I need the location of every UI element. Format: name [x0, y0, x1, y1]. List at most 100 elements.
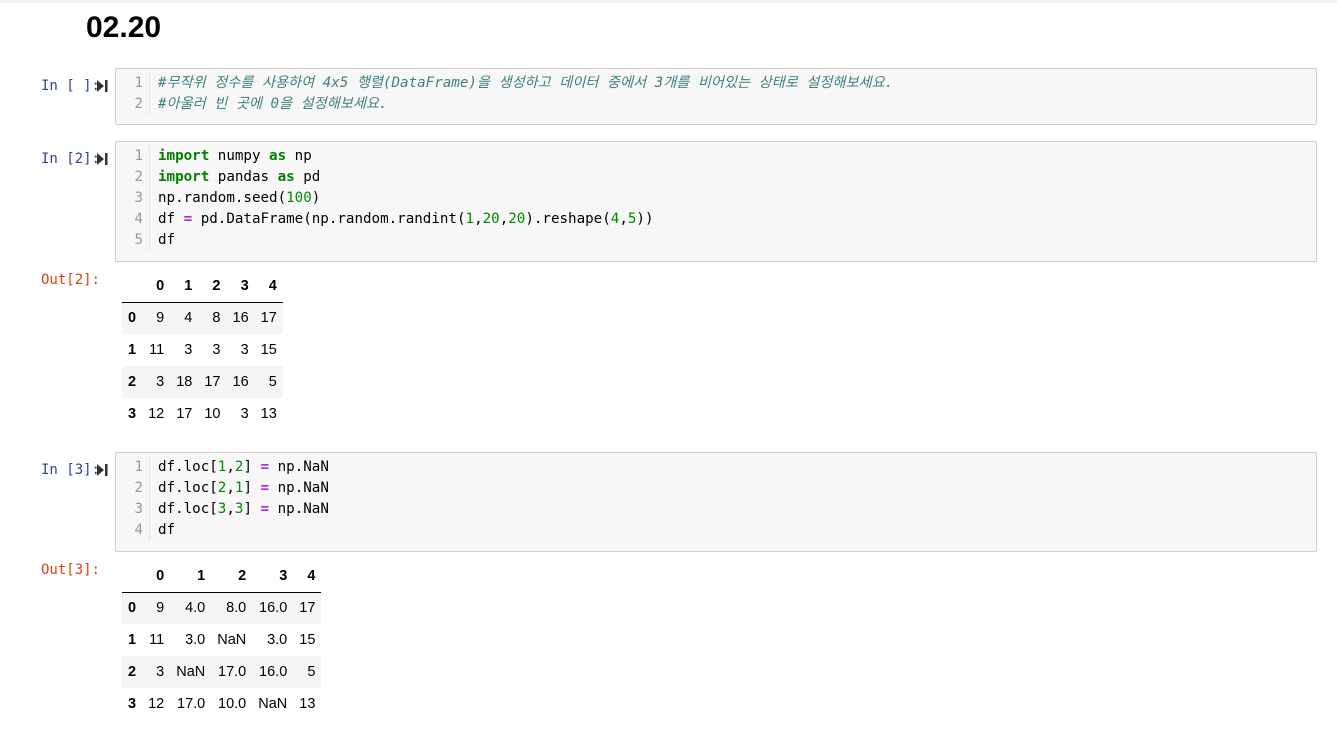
run-cell-icon[interactable]	[95, 79, 109, 93]
highlighted-code: import pandas as pd	[158, 169, 321, 185]
code-line: 2 df.loc[2,1] = np.NaN	[116, 478, 1316, 499]
table-row: 0 9 4.0 8.0 16.0 17	[122, 592, 322, 624]
code-comment: #무작위 정수를 사용하여 4x5 행렬(DataFrame)을 생성하고 데이…	[158, 75, 894, 91]
table-cell: 16	[232, 310, 249, 327]
table-cell: 12	[148, 696, 165, 712]
code-comment: #아울러 빈 곳에 0을 설정해보세요.	[158, 96, 388, 112]
table-cell: 4	[184, 310, 193, 327]
table-cell: 3	[212, 342, 221, 358]
highlighted-code: df = pd.DataFrame(np.random.randint(1,20…	[158, 211, 654, 227]
code-line: 2 import pandas as pd	[116, 167, 1316, 188]
top-border	[0, 0, 1337, 3]
table-cell: 12	[148, 406, 165, 422]
table-cell: 11	[149, 632, 165, 648]
cell-1-code-editor[interactable]: 1 #무작위 정수를 사용하여 4x5 행렬(DataFrame)을 생성하고 …	[115, 68, 1317, 125]
highlighted-code: df	[158, 232, 176, 248]
code-line: 1 import numpy as np	[116, 146, 1316, 167]
table-row: 3 12 17.0 10.0 NaN 13	[122, 688, 321, 720]
row-index: 0	[128, 310, 137, 327]
cell-3-input-prompt: In [3]:	[40, 462, 100, 478]
table-cell: 15	[260, 342, 277, 358]
table-cell: 3	[240, 406, 249, 422]
table-cell: 17	[299, 600, 316, 617]
page-title: 02.20	[86, 11, 162, 44]
row-index: 3	[128, 406, 137, 422]
code-line: 3 df.loc[3,3] = np.NaN	[116, 499, 1316, 520]
table-cell: 8	[212, 310, 221, 327]
table-row: 2 3 NaN 17.0 16.0 5	[122, 656, 322, 688]
column-header: 3	[226, 270, 255, 303]
cell-2-code-editor[interactable]: 1 import numpy as np 2 import pandas as pd…	[115, 141, 1317, 262]
dataframe-output-table: 0 1 2 3 4 0 9 4 8 16 17 1 11 3 3 3 15 2 3 18 17 16 5 3 12 17 10 3 13	[122, 270, 283, 430]
row-index: 2	[128, 664, 137, 680]
table-cell: 17.0	[177, 696, 206, 712]
table-row: 3 12 17 10 3 13	[122, 398, 283, 430]
code-line: 5 df	[116, 230, 1316, 251]
table-corner	[122, 270, 143, 303]
table-cell: NaN	[217, 632, 247, 648]
dataframe-output-table: 0 1 2 3 4 0 9 4.0 8.0 16.0 17 1 11 3.0 NaN 3.0 15 2 3 NaN 17…	[122, 560, 322, 720]
table-cell: 10	[204, 406, 221, 422]
table-row: 2 3 18 17 16 5	[122, 366, 283, 398]
row-index: 3	[128, 696, 137, 712]
highlighted-code: np.random.seed(100)	[158, 190, 321, 206]
column-header: 0	[142, 270, 171, 303]
table-cell: 13	[260, 406, 277, 422]
highlighted-code: df.loc[1,2] = np.NaN	[158, 459, 329, 475]
table-cell: 9	[156, 310, 165, 327]
code-line: 1 df.loc[1,2] = np.NaN	[116, 457, 1316, 478]
cell-2-input-prompt: In [2]:	[40, 151, 100, 167]
column-header: 4	[254, 270, 283, 303]
table-cell: 4.0	[185, 600, 206, 617]
table-cell: 5	[307, 664, 316, 680]
table-cell: 5	[268, 374, 277, 390]
table-cell: 3	[156, 664, 165, 680]
table-cell: NaN	[258, 696, 288, 712]
cell-1-input-prompt: In [ ]:	[40, 78, 100, 94]
run-cell-icon[interactable]	[95, 463, 109, 477]
row-index: 1	[128, 342, 137, 358]
table-cell: 16.0	[259, 600, 288, 617]
table-cell: 11	[149, 342, 165, 358]
run-cell-icon[interactable]	[95, 152, 109, 166]
table-row: 1 11 3 3 3 15	[122, 334, 283, 366]
highlighted-code: df.loc[2,1] = np.NaN	[158, 480, 329, 496]
table-cell: 13	[299, 696, 316, 712]
row-index: 2	[128, 374, 137, 390]
table-cell: 18	[176, 374, 193, 390]
code-line: 4 df	[116, 520, 1316, 541]
code-line: 2 #아울러 빈 곳에 0을 설정해보세요.	[116, 94, 1316, 115]
column-header: 3	[252, 560, 294, 593]
table-cell: 3	[240, 342, 249, 358]
code-line: 4 df = pd.DataFrame(np.random.randint(1,2…	[116, 209, 1316, 230]
column-header: 2	[198, 270, 227, 303]
table-cell: 17	[176, 406, 193, 422]
column-header: 1	[170, 560, 212, 593]
table-cell: 3.0	[185, 632, 206, 648]
table-cell: 8.0	[226, 600, 247, 617]
table-cell: 3.0	[267, 632, 288, 648]
table-cell: 16	[232, 374, 249, 390]
table-cell: 17.0	[218, 664, 247, 680]
table-cell: 17	[260, 310, 277, 327]
code-line: 3 np.random.seed(100)	[116, 188, 1316, 209]
highlighted-code: df.loc[3,3] = np.NaN	[158, 501, 329, 517]
column-header: 2	[211, 560, 253, 593]
table-cell: 3	[156, 374, 165, 390]
table-cell: 15	[299, 632, 316, 648]
cell-2-output-prompt: Out[2]:	[40, 272, 100, 288]
highlighted-code: df	[158, 522, 176, 538]
cell-3-code-editor[interactable]: 1 df.loc[1,2] = np.NaN 2 df.loc[2,1] = np.…	[115, 452, 1317, 552]
table-corner	[122, 560, 143, 593]
table-cell: NaN	[176, 664, 206, 680]
cell-3-output-prompt: Out[3]:	[40, 562, 100, 578]
table-cell: 9	[156, 600, 165, 617]
column-header: 4	[293, 560, 322, 593]
table-cell: 3	[184, 342, 193, 358]
table-row: 1 11 3.0 NaN 3.0 15	[122, 624, 321, 656]
table-row: 0 9 4 8 16 17	[122, 302, 283, 334]
column-header: 1	[170, 270, 199, 303]
column-header: 0	[142, 560, 171, 593]
row-index: 1	[128, 632, 137, 648]
highlighted-code: import numpy as np	[158, 148, 312, 164]
